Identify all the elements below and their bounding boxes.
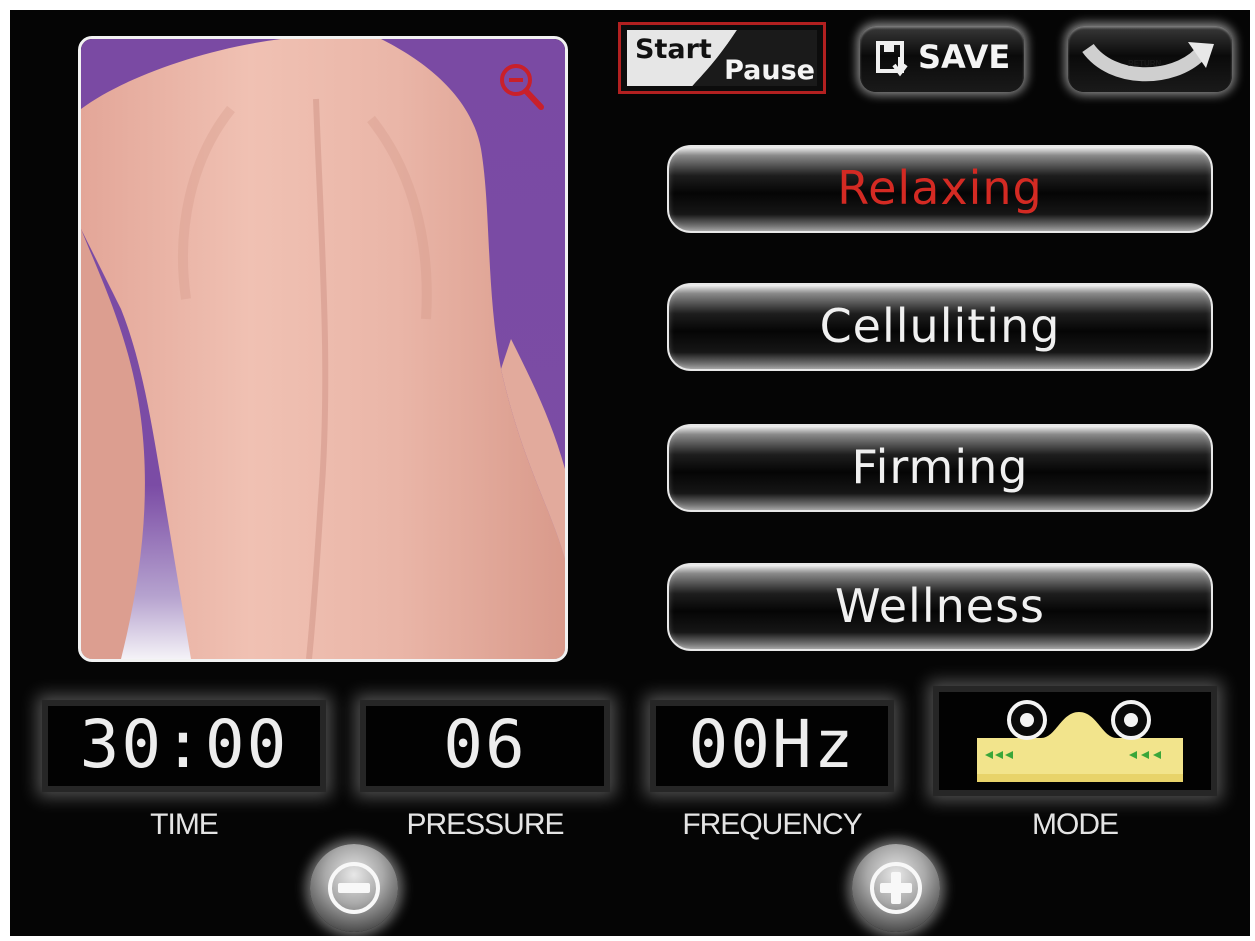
- start-pause-button[interactable]: Start Pause: [618, 22, 826, 94]
- save-label: SAVE: [918, 38, 1011, 76]
- pressure-display[interactable]: 06: [360, 700, 610, 792]
- program-label: Relaxing: [837, 161, 1043, 215]
- increase-button[interactable]: [852, 844, 940, 932]
- plus-icon: [870, 862, 922, 914]
- zoom-in-icon[interactable]: [497, 61, 547, 113]
- mode-label: MODE: [1032, 808, 1119, 841]
- save-button[interactable]: SAVE: [860, 26, 1024, 92]
- program-relaxing-button[interactable]: Relaxing: [667, 145, 1213, 233]
- return-arrow-icon: RETURN: [1082, 42, 1214, 82]
- time-display[interactable]: 30:00: [42, 700, 326, 792]
- pause-label: Pause: [724, 55, 815, 86]
- decrease-button[interactable]: [310, 844, 398, 932]
- frequency-display[interactable]: 00Hz: [650, 700, 894, 792]
- program-celluliting-button[interactable]: Celluliting: [667, 283, 1213, 371]
- return-button[interactable]: RETURN: [1068, 26, 1232, 92]
- time-label: TIME: [150, 808, 219, 841]
- roller-massage-mode-icon: [977, 700, 1183, 782]
- frequency-value: 00Hz: [688, 706, 856, 783]
- frequency-label: FREQUENCY: [682, 808, 862, 841]
- program-wellness-button[interactable]: Wellness: [667, 563, 1213, 651]
- program-label: Firming: [851, 440, 1029, 494]
- program-label: Wellness: [834, 579, 1046, 633]
- start-label: Start: [635, 34, 712, 65]
- mode-display[interactable]: [933, 686, 1217, 796]
- pressure-label: PRESSURE: [406, 808, 564, 841]
- program-firming-button[interactable]: Firming: [667, 424, 1213, 512]
- body-area-image: [78, 36, 568, 662]
- time-value: 30:00: [79, 706, 289, 783]
- pressure-value: 06: [443, 706, 527, 783]
- device-screen: Start Pause SAVE RETURN Relaxing Celluli…: [10, 10, 1250, 936]
- program-label: Celluliting: [819, 299, 1061, 353]
- minus-icon: [328, 862, 380, 914]
- return-label: RETURN: [1128, 59, 1162, 68]
- save-icon: [876, 41, 908, 77]
